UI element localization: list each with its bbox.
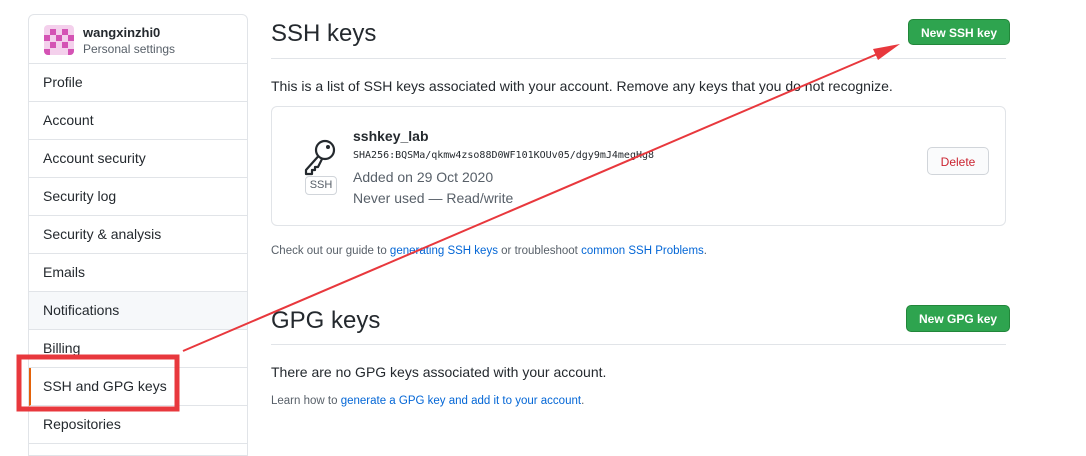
key-icon <box>304 139 336 176</box>
key-fingerprint: SHA256:BQSMa/qkmw4zso88D0WF101KOUv05/dgy… <box>353 150 655 161</box>
username[interactable]: wangxinzhi0 <box>83 25 160 40</box>
sidebar-item-profile[interactable]: Profile <box>29 64 247 102</box>
ssh-key-item: SSH sshkey_lab SHA256:BQSMa/qkmw4zso88D0… <box>271 106 1006 226</box>
learn-suffix: . <box>581 395 585 407</box>
sidebar-item-account[interactable]: Account <box>29 102 247 140</box>
gpg-keys-heading: GPG keys <box>271 307 381 334</box>
settings-sidebar: wangxinzhi0 Personal settings Profile Ac… <box>28 14 248 456</box>
ssh-keys-heading: SSH keys <box>271 20 377 47</box>
avatar <box>44 25 74 55</box>
sidebar-item-repositories[interactable]: Repositories <box>29 406 247 444</box>
key-usage: Never used — Read/write <box>353 190 514 206</box>
sidebar-item-notifications[interactable]: Notifications <box>29 292 247 330</box>
learn-prefix: Learn how to <box>271 395 341 407</box>
key-added-date: Added on 29 Oct 2020 <box>353 169 494 185</box>
ssh-guide-text: Check out our guide to generating SSH ke… <box>271 245 707 257</box>
guide-mid: or troubleshoot <box>497 245 582 257</box>
ssh-badge: SSH <box>305 176 337 195</box>
sidebar-item-billing[interactable]: Billing <box>29 330 247 368</box>
user-header[interactable]: wangxinzhi0 Personal settings <box>29 15 247 64</box>
gpg-learn-text: Learn how to generate a GPG key and add … <box>271 395 584 407</box>
divider <box>271 344 1006 345</box>
sidebar-item-ssh-gpg-keys[interactable]: SSH and GPG keys <box>29 368 247 406</box>
common-ssh-problems-link[interactable]: common SSH Problems <box>581 245 704 257</box>
sidebar-item-security-log[interactable]: Security log <box>29 178 247 216</box>
sidebar-item-security-analysis[interactable]: Security & analysis <box>29 216 247 254</box>
generate-gpg-key-link[interactable]: generate a GPG key and add it to your ac… <box>341 395 581 407</box>
guide-suffix: . <box>703 245 707 257</box>
divider <box>271 58 1006 59</box>
personal-settings-label: Personal settings <box>83 42 176 56</box>
generating-ssh-keys-link[interactable]: generating SSH keys <box>390 245 498 257</box>
new-gpg-key-button[interactable]: New GPG key <box>906 305 1011 332</box>
sidebar-item-emails[interactable]: Emails <box>29 254 247 292</box>
sidebar-item-account-security[interactable]: Account security <box>29 140 247 178</box>
new-ssh-key-button[interactable]: New SSH key <box>908 19 1011 45</box>
gpg-empty-text: There are no GPG keys associated with yo… <box>271 364 607 380</box>
ssh-intro-text: This is a list of SSH keys associated wi… <box>271 78 893 94</box>
key-title: sshkey_lab <box>353 128 429 144</box>
guide-prefix: Check out our guide to <box>271 245 390 257</box>
delete-key-button[interactable]: Delete <box>927 147 989 175</box>
